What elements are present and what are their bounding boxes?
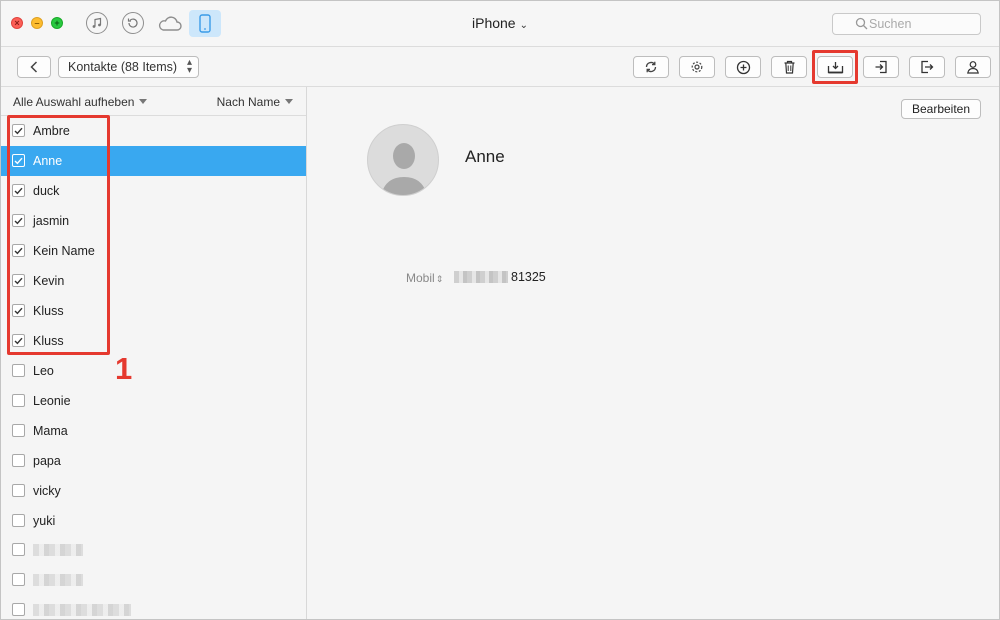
list-item[interactable]: Leonie [1,386,306,416]
search-placeholder: Suchen [869,17,912,31]
import-icon [875,60,887,74]
updown-chevron-icon: ⇕ [435,274,444,284]
list-item[interactable]: yuki [1,506,306,536]
trash-icon [784,60,794,74]
step-2-highlight [812,50,858,84]
list-item[interactable] [1,535,306,565]
add-contact-button[interactable] [725,56,761,78]
list-item[interactable]: papa [1,446,306,476]
checkbox[interactable] [12,484,25,497]
contact-name-label: Mama [33,424,68,438]
settings-button[interactable] [679,56,715,78]
checkbox[interactable] [12,543,25,556]
back-button[interactable] [17,56,51,78]
checkbox[interactable] [12,394,25,407]
caret-down-icon [285,99,293,104]
step-1-highlight [7,115,110,355]
list-item[interactable] [1,595,306,619]
list-item[interactable]: vicky [1,476,306,506]
phone-type-selector[interactable]: Mobil⇕ [406,271,443,285]
redacted-name [33,604,131,616]
category-dropdown[interactable]: Kontakte (88 Items) ▴ ▾ [58,56,199,78]
list-header: Alle Auswahl aufheben Nach Name [1,87,306,116]
category-label: Kontakte (88 Items) [68,60,178,74]
step-1-label: 1 [115,351,133,386]
search-input[interactable]: Suchen [832,13,981,35]
plus-circle-icon [736,60,750,74]
send-to-device-button[interactable] [909,56,945,78]
list-item[interactable]: Leo [1,356,306,386]
phone-number: 81325 [454,270,546,284]
edit-button[interactable]: Bearbeiten [901,99,981,119]
checkbox[interactable] [12,573,25,586]
chevron-left-icon [30,61,38,73]
title-bar: × – + iPhone ⌄ Suchen [1,1,999,47]
person-icon [967,61,979,74]
redacted-name [33,574,83,586]
refresh-icon [645,61,657,73]
contact-name-label: yuki [33,514,56,528]
redacted-digits [454,271,508,283]
redacted-name [33,544,83,556]
sort-dropdown[interactable]: Nach Name [217,95,293,109]
avatar [367,124,439,196]
app-window: × – + iPhone ⌄ Suchen Kontakte (88 Items) [0,0,1000,620]
gear-icon [691,61,703,73]
contact-name-label: vicky [33,484,61,498]
list-item[interactable]: Mama [1,416,306,446]
transfer-out-icon [921,60,934,74]
contact-name: Anne [465,147,505,166]
chevron-down-icon: ⌄ [519,20,528,31]
contact-name-label: papa [33,454,61,468]
list-item[interactable] [1,565,306,595]
deselect-all-toggle[interactable]: Alle Auswahl aufheben [13,95,148,109]
checkbox[interactable] [12,454,25,467]
checkbox[interactable] [12,424,25,437]
contact-info-button[interactable] [955,56,991,78]
device-name: iPhone [472,15,516,31]
search-icon [855,17,868,30]
toolbar: Kontakte (88 Items) ▴ ▾ [1,47,999,87]
updown-chevron-icon: ▴ ▾ [186,57,192,76]
contact-name-label: Leonie [33,394,71,408]
person-silhouette-icon [381,143,427,195]
delete-button[interactable] [771,56,807,78]
checkbox[interactable] [12,364,25,377]
import-to-device-button[interactable] [863,56,899,78]
caret-down-icon [139,99,148,104]
checkbox[interactable] [12,514,25,527]
contact-detail-pane: Bearbeiten Anne Mobil⇕ 81325 [308,87,999,619]
contact-name-label: Leo [33,364,54,378]
refresh-button[interactable] [633,56,669,78]
checkbox[interactable] [12,603,25,616]
